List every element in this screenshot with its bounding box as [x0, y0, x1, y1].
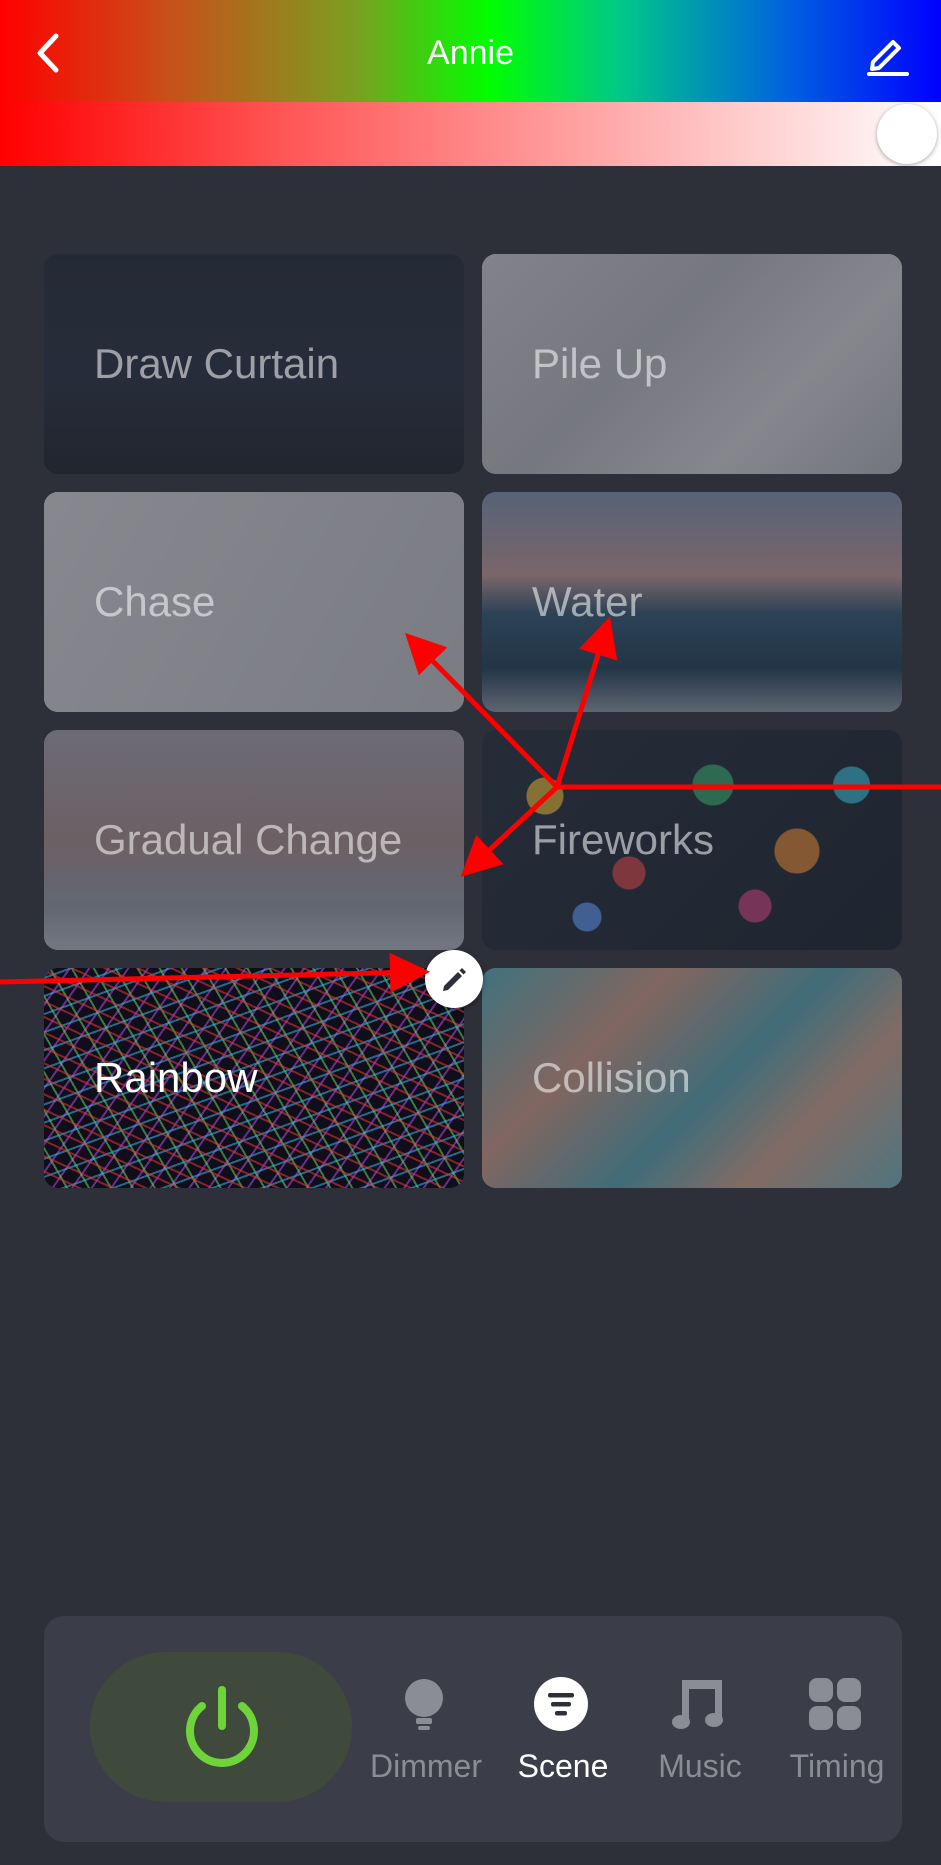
pencil-icon — [443, 968, 466, 991]
scene-edit-button[interactable] — [425, 950, 483, 1008]
page-title: Annie — [427, 34, 514, 72]
scene-card-pile-up[interactable]: Pile Up — [482, 254, 902, 474]
bottom-control-bar: Dimmer Scene Music Timing — [44, 1616, 902, 1842]
scene-card-collision[interactable]: Collision — [482, 968, 902, 1188]
color-slider-track[interactable] — [0, 102, 941, 166]
tab-music[interactable]: Music — [630, 1676, 760, 1806]
header-bar: Annie — [0, 0, 941, 102]
scene-label: Water — [532, 578, 643, 625]
scene-card-gradual-change[interactable]: Gradual Change — [44, 730, 464, 950]
scene-card-fireworks[interactable]: Fireworks — [482, 730, 902, 950]
tab-scene[interactable]: Scene — [493, 1676, 623, 1806]
power-button[interactable] — [90, 1652, 352, 1802]
edit-name-button[interactable] — [863, 28, 911, 76]
tab-label: Music — [658, 1748, 742, 1784]
scene-card-draw-curtain[interactable]: Draw Curtain — [44, 254, 464, 474]
scene-label: Rainbow — [94, 1054, 258, 1101]
tab-label: Scene — [517, 1748, 609, 1784]
music-note-icon — [672, 1680, 723, 1729]
color-slider-thumb[interactable] — [877, 104, 937, 164]
grid-icon — [809, 1678, 861, 1730]
pencil-icon — [867, 40, 909, 76]
scene-label: Draw Curtain — [94, 340, 340, 387]
scene-card-rainbow[interactable]: Rainbow — [44, 968, 464, 1188]
scene-label: Collision — [532, 1054, 691, 1101]
tab-timing[interactable]: Timing — [767, 1676, 897, 1806]
power-icon — [186, 1686, 258, 1767]
scene-label: Gradual Change — [94, 816, 403, 863]
scene-label: Pile Up — [532, 340, 668, 387]
tab-label: Dimmer — [370, 1748, 482, 1784]
bulb-icon — [405, 1679, 443, 1730]
scene-card-chase[interactable]: Chase — [44, 492, 464, 712]
tab-dimmer[interactable]: Dimmer — [356, 1676, 486, 1806]
scene-label: Chase — [94, 578, 216, 625]
scene-card-water[interactable]: Water — [482, 492, 902, 712]
scene-icon — [534, 1677, 588, 1731]
tab-label: Timing — [789, 1748, 885, 1784]
scene-label: Fireworks — [532, 816, 715, 863]
